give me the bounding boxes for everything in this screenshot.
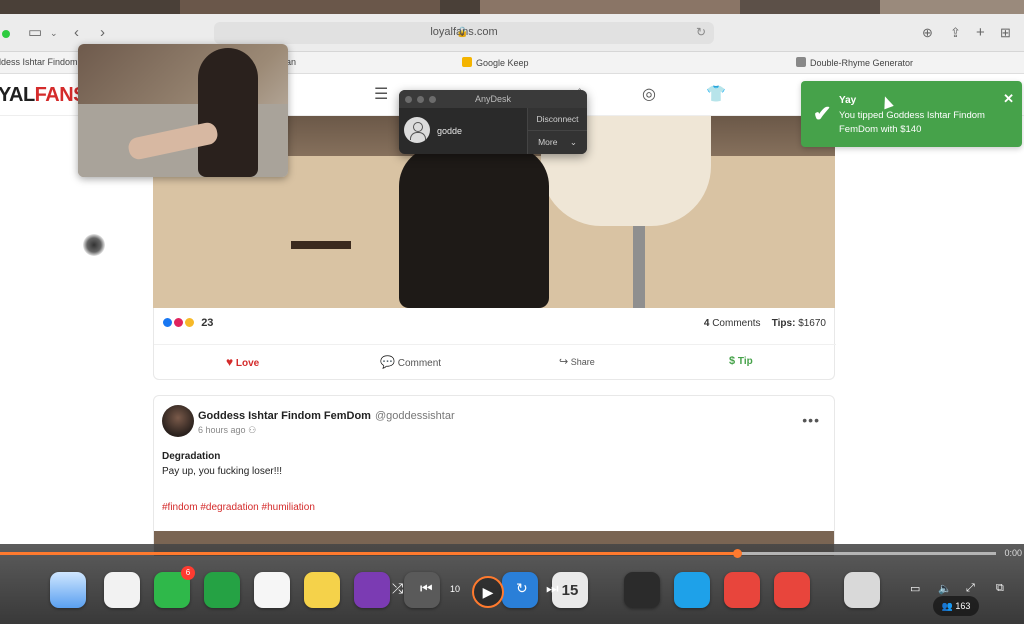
- captions-icon[interactable]: ▭: [910, 582, 920, 595]
- post-hashtags[interactable]: #findom #degradation #humiliation: [162, 502, 315, 513]
- reload-icon[interactable]: ↻: [696, 25, 706, 39]
- skip-forward-icon[interactable]: ↻: [516, 580, 528, 597]
- post-author[interactable]: Goddess Ishtar Findom FemDom @goddessisht…: [198, 410, 455, 422]
- facetime-app-icon[interactable]: [204, 572, 240, 608]
- tip-button[interactable]: $ Tip: [729, 355, 753, 367]
- sidebar-toggle-icon[interactable]: ▭: [28, 23, 42, 43]
- chevron-down-icon[interactable]: ⌄: [50, 23, 58, 43]
- post-footer: 23 4 Comments Tips: $1670 ♥ Love 💬 Comme…: [153, 308, 836, 380]
- video-time: 0:00: [1004, 548, 1022, 558]
- share-button[interactable]: ↪ Share: [559, 355, 595, 368]
- bookmark-double-rhyme[interactable]: Double-Rhyme Generator: [796, 57, 913, 68]
- progress-knob[interactable]: [733, 549, 743, 558]
- quicktime-app-icon[interactable]: [624, 572, 660, 608]
- shuffle-icon[interactable]: ⤮: [392, 580, 403, 597]
- unread-badge: 6: [181, 566, 195, 580]
- trash-app-icon[interactable]: [844, 572, 880, 608]
- pip-toggle-icon[interactable]: ⧉: [996, 582, 1004, 595]
- notes-app-icon[interactable]: [304, 572, 340, 608]
- fullscreen-icon[interactable]: ⤢: [966, 582, 975, 595]
- anydesk-app-icon[interactable]: [724, 572, 760, 608]
- download-icon[interactable]: ⊕: [922, 23, 933, 43]
- love-reaction-icon: [173, 317, 185, 328]
- onenote-app-icon[interactable]: [354, 572, 390, 608]
- forward-button[interactable]: ›: [100, 23, 105, 43]
- dock-overlay: 0:00 6 15 ⤮ ⏮ 10 ↻ ⏭ ▭ 🔈 ⤢ ⧉: [0, 544, 1024, 624]
- launchpad-app-icon[interactable]: [104, 572, 140, 608]
- share-icon[interactable]: ⇪: [950, 23, 961, 43]
- chevron-down-icon: ⌄: [569, 137, 577, 147]
- post-actions: ♥ Love 💬 Comment ↪ Share $ Tip: [154, 344, 836, 380]
- new-tab-button[interactable]: +: [976, 23, 985, 43]
- share-arrow-icon: ↪: [559, 356, 569, 368]
- previous-track-icon[interactable]: ⏮: [420, 580, 433, 597]
- more-menu-button[interactable]: More ⌄: [527, 131, 587, 154]
- tip-success-toast: ✔ Yay You tipped Goddess Ishtar Findom F…: [801, 81, 1022, 147]
- viewer-count: 👥 163: [933, 596, 979, 616]
- google-keep-icon: [462, 57, 472, 67]
- post-body: Pay up, you fucking loser!!!: [162, 466, 283, 477]
- window-close-button[interactable]: [2, 30, 10, 38]
- volume-icon[interactable]: 🔈: [938, 582, 952, 595]
- back-button[interactable]: ‹: [74, 23, 79, 43]
- audience-icon: ⚇: [248, 425, 257, 435]
- blurred-dot: [83, 234, 105, 256]
- post-stats: 4 Comments Tips: $1670: [704, 318, 826, 329]
- site-logo[interactable]: YALFANS: [0, 84, 87, 107]
- viewers-icon: 👥: [941, 601, 953, 611]
- more-options-icon[interactable]: •••: [802, 412, 820, 428]
- progress-fill: [0, 552, 738, 555]
- video-progress-bar[interactable]: [0, 549, 996, 558]
- close-icon[interactable]: ✕: [1003, 91, 1014, 107]
- url-text: loyalfans.com: [430, 26, 498, 38]
- site-favicon-icon: [796, 57, 806, 67]
- finder-app-icon[interactable]: [50, 572, 86, 608]
- dollar-coin-icon: $: [729, 355, 736, 367]
- anydesk-titlebar[interactable]: AnyDesk: [399, 90, 587, 108]
- reactions-summary[interactable]: 23: [162, 317, 213, 329]
- live-stream-icon[interactable]: ◎: [642, 84, 656, 104]
- desktop-strip: [0, 0, 1024, 14]
- anydesk-app-icon[interactable]: [774, 572, 810, 608]
- skype-app-icon[interactable]: [674, 572, 710, 608]
- like-reaction-icon: [162, 317, 173, 328]
- comments-link[interactable]: 4 Comments: [704, 318, 761, 329]
- anydesk-title: AnyDesk: [474, 94, 511, 104]
- laugh-reaction-icon: [184, 317, 196, 328]
- avatar[interactable]: [162, 405, 194, 437]
- next-track-icon[interactable]: ⏭: [546, 580, 559, 597]
- anydesk-window: AnyDesk godde Disconnect More ⌄: [399, 90, 587, 154]
- feed-list-icon[interactable]: ☰: [374, 84, 388, 104]
- post-title: Degradation: [162, 451, 221, 462]
- tab-overview-icon[interactable]: ⊞: [1000, 23, 1011, 43]
- heart-icon: ♥: [226, 355, 234, 369]
- toast-title: Yay: [839, 95, 857, 106]
- toast-message: You tipped Goddess Ishtar Findom FemDom …: [839, 110, 985, 135]
- address-bar[interactable]: 🔒 loyalfans.com ↻: [214, 22, 714, 44]
- love-button[interactable]: ♥ Love: [226, 355, 259, 369]
- skip-back-icon[interactable]: 10: [450, 584, 460, 594]
- reminders-app-icon[interactable]: [254, 572, 290, 608]
- comment-button[interactable]: 💬 Comment: [380, 355, 441, 369]
- comment-bubble-icon: 💬: [380, 355, 395, 369]
- merch-shirt-icon[interactable]: 👕: [706, 84, 726, 104]
- disconnect-button[interactable]: Disconnect: [527, 108, 587, 131]
- picture-in-picture-video[interactable]: [78, 44, 288, 177]
- user-avatar-icon: [404, 117, 430, 143]
- anydesk-user: godde: [437, 126, 463, 136]
- bookmark-item[interactable]: ddess Ishtar Findom: [0, 57, 78, 67]
- messages-app-icon[interactable]: 6: [154, 566, 195, 608]
- post-timestamp: 6 hours ago ⚇: [198, 425, 257, 435]
- play-button[interactable]: ▶: [472, 576, 504, 608]
- post-card: Goddess Ishtar Findom FemDom @goddessisht…: [153, 395, 835, 556]
- bookmark-google-keep[interactable]: Google Keep: [462, 57, 529, 68]
- checkmark-icon: ✔: [813, 101, 832, 126]
- tips-total: Tips: $1670: [771, 318, 826, 329]
